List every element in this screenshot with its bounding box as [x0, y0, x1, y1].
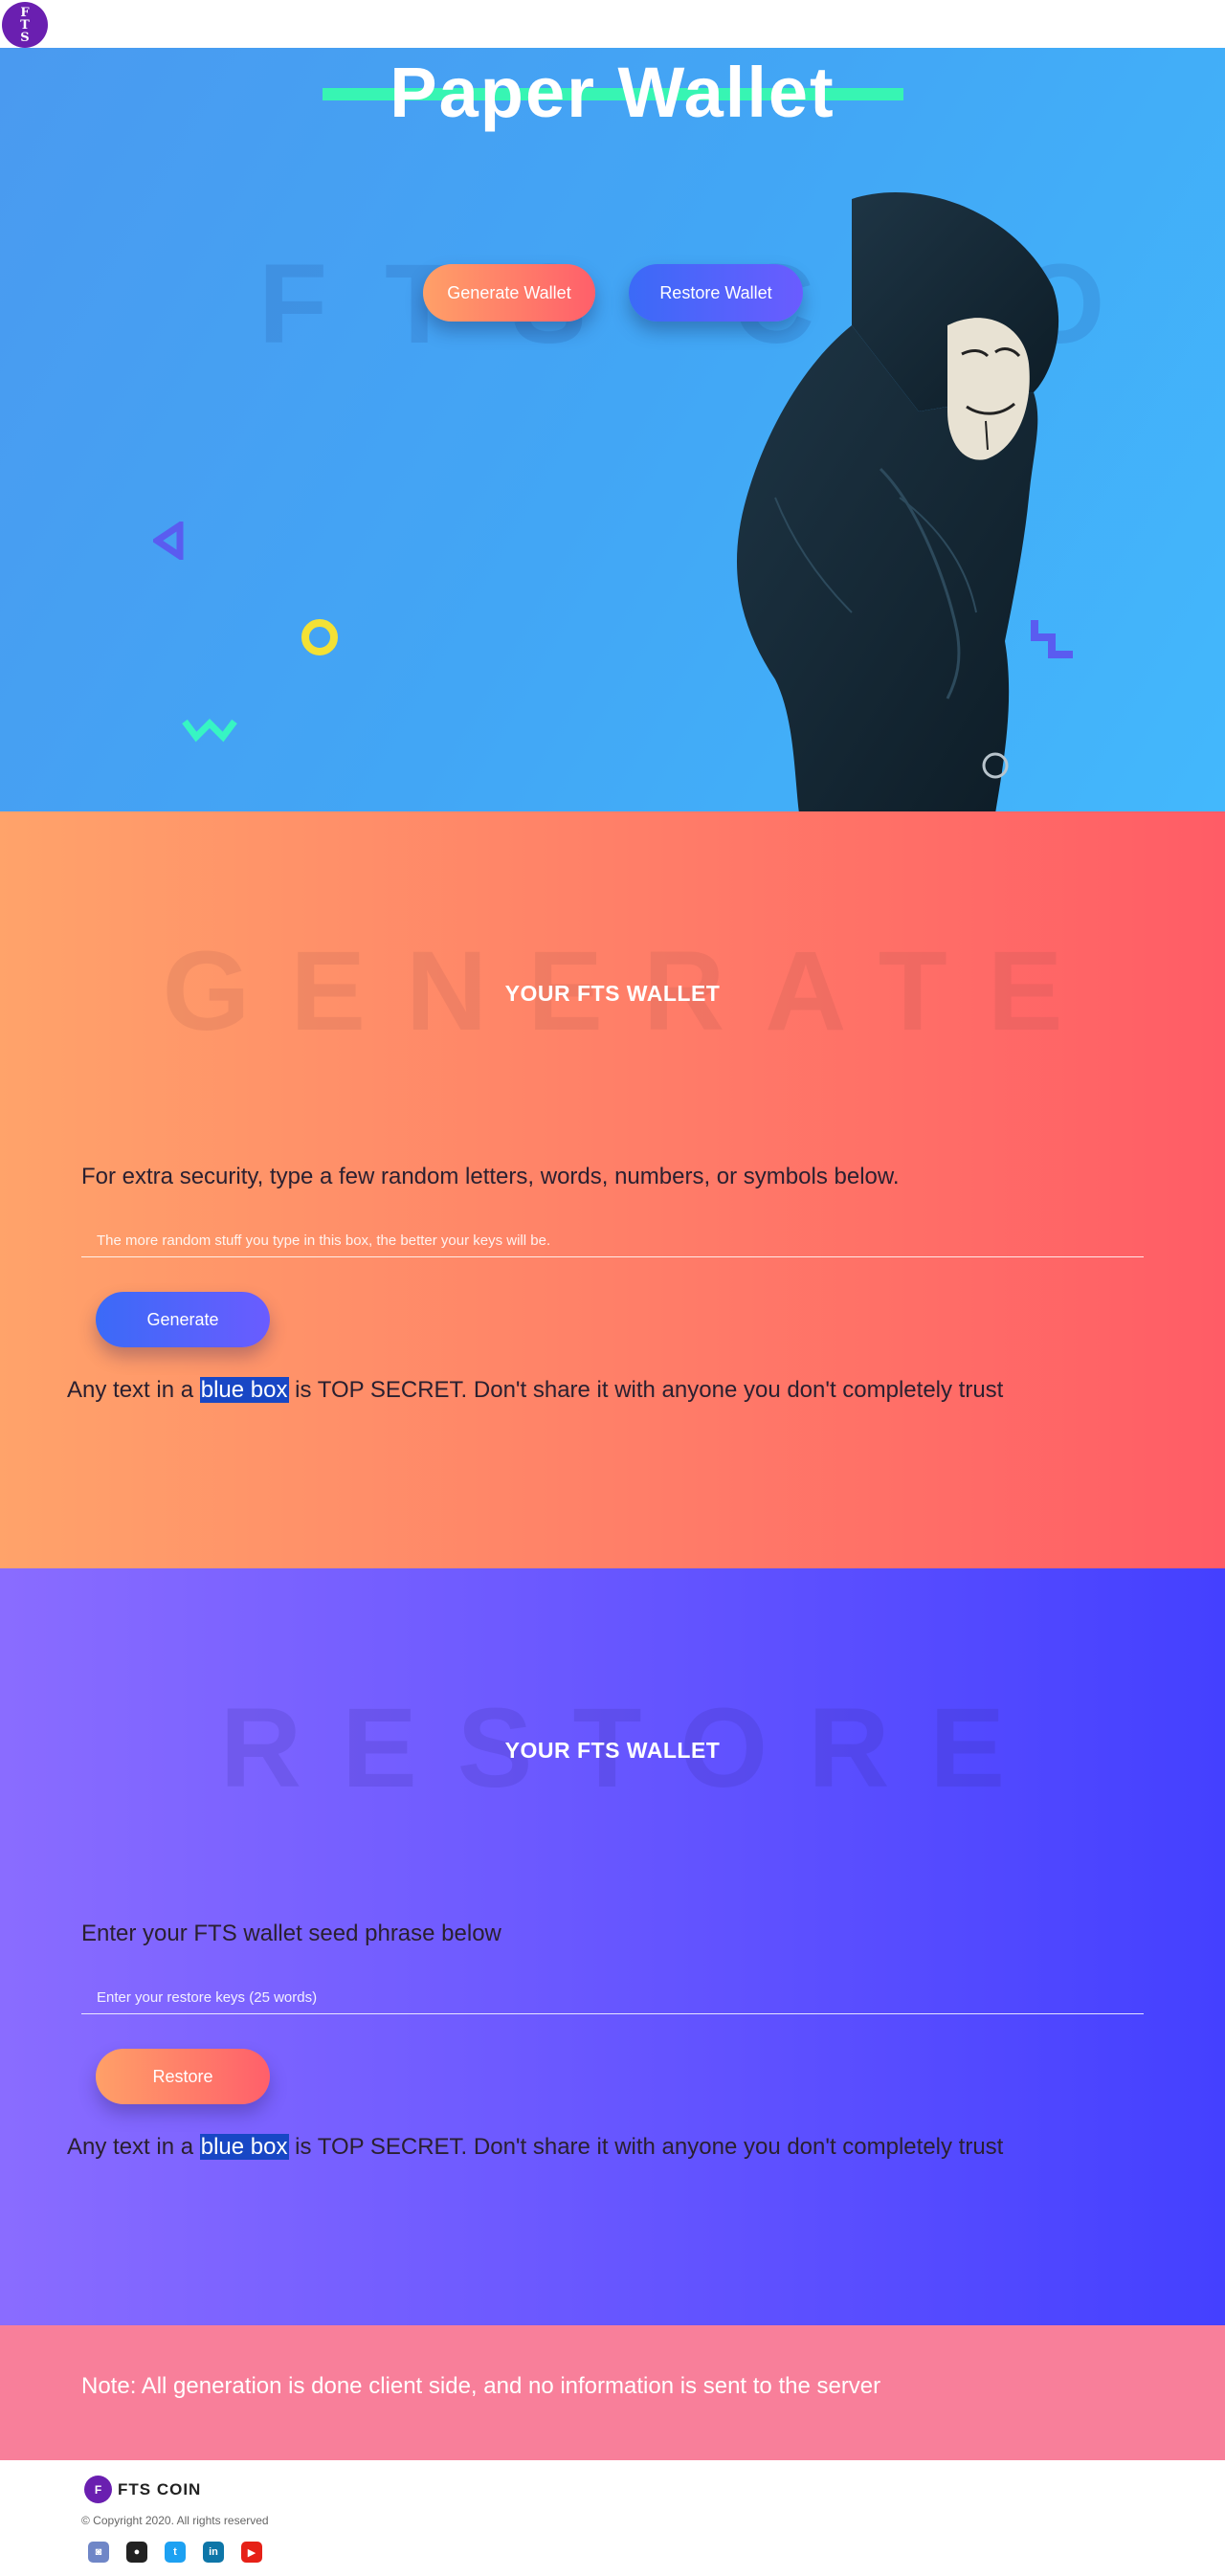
- generate-prompt: For extra security, type a few random le…: [81, 1164, 900, 1189]
- brand-logo[interactable]: F T S: [2, 2, 48, 48]
- logo-letter: T: [20, 17, 30, 33]
- twitter-icon[interactable]: t: [165, 2542, 186, 2563]
- footer-logo[interactable]: F FTS COIN: [84, 2476, 201, 2503]
- triangle-shape-icon: [153, 522, 184, 560]
- zigzag-shape-icon: [182, 719, 237, 743]
- logo-letter: F: [20, 5, 30, 20]
- restore-button[interactable]: Restore: [96, 2049, 270, 2104]
- restore-secret-warning: Any text in a blue box is TOP SECRET. Do…: [67, 2134, 1003, 2161]
- restore-heading: YOUR FTS WALLET: [504, 1738, 721, 1763]
- generate-section: GENERATE YOUR FTS WALLET For extra secur…: [0, 811, 1225, 1568]
- warning-text: Any text in a: [67, 2134, 200, 2160]
- blue-box-sample: blue box: [199, 1377, 289, 1403]
- top-bar: F T S: [0, 0, 1225, 48]
- entropy-input[interactable]: [81, 1225, 1144, 1257]
- generate-wallet-button[interactable]: Generate Wallet: [423, 264, 595, 322]
- hero-title-wrap: Paper Wallet: [0, 48, 1225, 153]
- warning-text: is TOP SECRET. Don't share it with anyon…: [288, 1377, 1004, 1403]
- copyright-text: © Copyright 2020. All rights reserved: [81, 2514, 269, 2527]
- footer-brand-name: FTS COIN: [118, 2479, 202, 2498]
- footer: F FTS COIN © Copyright 2020. All rights …: [0, 2460, 1225, 2567]
- generate-secret-warning: Any text in a blue box is TOP SECRET. Do…: [67, 1377, 1003, 1404]
- hooded-figure-image: [737, 192, 1059, 811]
- note-text: Note: All generation is done client side…: [81, 2373, 881, 2399]
- generate-button[interactable]: Generate: [96, 1292, 270, 1347]
- restore-section: RESTORE YOUR FTS WALLET Enter your FTS w…: [0, 1568, 1225, 2325]
- brand-logo-letters: F T S: [20, 7, 30, 44]
- hero-section: FTS COO Paper Wallet Generate Wallet Res…: [0, 48, 1225, 811]
- blue-box-sample: blue box: [199, 2134, 289, 2160]
- discord-icon[interactable]: ◙: [88, 2542, 109, 2563]
- note-banner: Note: All generation is done client side…: [0, 2325, 1225, 2460]
- linkedin-icon[interactable]: in: [203, 2542, 224, 2563]
- restore-prompt: Enter your FTS wallet seed phrase below: [81, 1921, 501, 1946]
- page-title: Paper Wallet: [390, 53, 835, 132]
- restore-keys-input[interactable]: [81, 1982, 1144, 2014]
- warning-text: Any text in a: [67, 1377, 200, 1403]
- generate-heading: YOUR FTS WALLET: [504, 981, 721, 1006]
- social-links: ◙ ● t in ▶: [88, 2542, 262, 2563]
- github-icon[interactable]: ●: [126, 2542, 147, 2563]
- footer-logo-badge: F: [84, 2476, 112, 2503]
- logo-letter: S: [20, 30, 30, 45]
- youtube-icon[interactable]: ▶: [241, 2542, 262, 2563]
- ring-shape-icon: [301, 619, 338, 655]
- warning-text: is TOP SECRET. Don't share it with anyon…: [288, 2134, 1004, 2160]
